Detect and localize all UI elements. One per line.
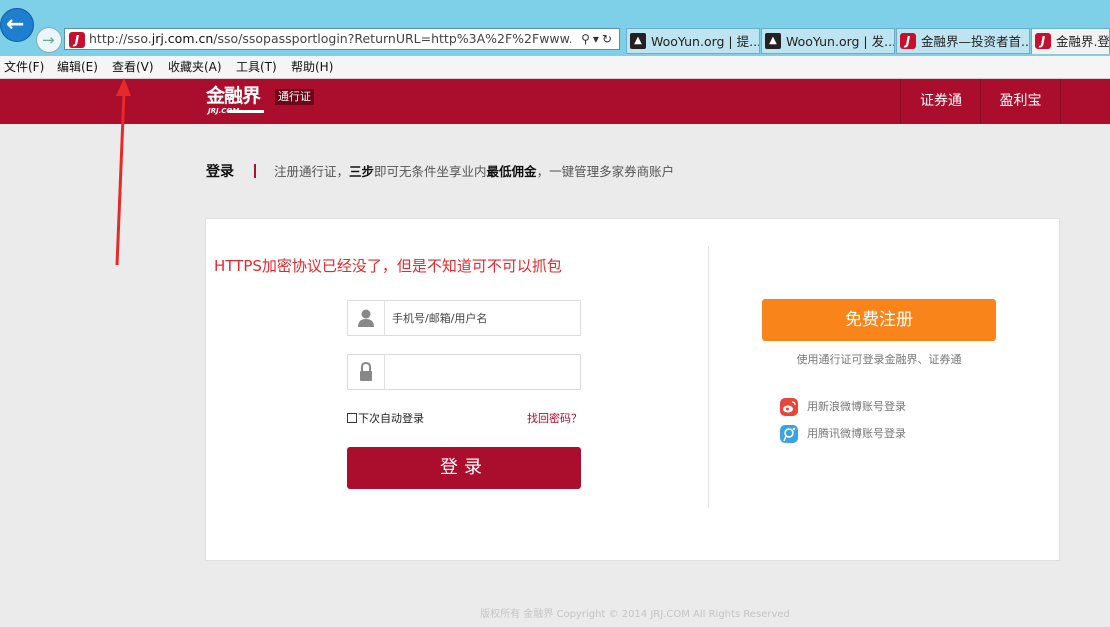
menu-file[interactable]: 文件(F) [4, 59, 44, 75]
url-text[interactable]: http://sso.jrj.com.cn/sso/ssopassportlog… [89, 31, 571, 47]
nav-zhengquantong[interactable]: 证券通 [900, 79, 981, 124]
refresh-icon[interactable]: ↻ [602, 32, 615, 46]
menu-bar: 文件(F) 编辑(E) 查看(V) 收藏夹(A) 工具(T) 帮助(H) [0, 56, 1110, 79]
menu-help[interactable]: 帮助(H) [291, 59, 333, 75]
browser-chrome: ← → J http://sso.jrj.com.cn/sso/ssopassp… [0, 0, 1110, 56]
menu-tools[interactable]: 工具(T) [236, 59, 277, 75]
search-icon[interactable]: ⚲ [581, 32, 593, 46]
back-button[interactable]: ← [0, 8, 34, 42]
username-input[interactable] [392, 307, 572, 329]
jrj-icon: J [1035, 33, 1051, 49]
address-bar[interactable]: J http://sso.jrj.com.cn/sso/ssopassportl… [64, 28, 620, 50]
logo-stripe [228, 110, 264, 113]
tab-jrj-home[interactable]: J 金融界—投资者首... [896, 28, 1030, 54]
lock-icon [348, 355, 385, 389]
register-note: 使用通行证可登录金融界、证券通 [796, 353, 962, 366]
user-icon [348, 301, 385, 335]
card-divider [708, 246, 709, 508]
weibo-icon [780, 398, 798, 416]
remember-me[interactable]: 下次自动登录 [347, 412, 424, 426]
menu-favorites[interactable]: 收藏夹(A) [168, 59, 222, 75]
forward-arrow-icon: → [42, 31, 55, 49]
jrj-favicon-icon: J [69, 32, 85, 48]
heading-divider [254, 164, 256, 178]
wooyun-icon: ▲ [765, 33, 781, 49]
register-button[interactable]: 免费注册 [762, 299, 996, 341]
login-button[interactable]: 登录 [347, 447, 581, 489]
remember-checkbox[interactable] [347, 413, 357, 423]
jrj-icon: J [900, 33, 916, 49]
forward-button[interactable]: → [36, 27, 62, 53]
site-header: 金融界 JRJ.COM 通行证 证券通 盈利宝 [0, 79, 1110, 124]
nav-yinglibao[interactable]: 盈利宝 [980, 79, 1061, 124]
wooyun-icon: ▲ [630, 33, 646, 49]
password-input[interactable] [392, 361, 572, 383]
address-actions[interactable]: ⚲▾↻ [581, 31, 615, 47]
tab-wooyun-2[interactable]: ▲ WooYun.org | 发... [761, 28, 895, 54]
footer-copyright: 版权所有 金融界 Copyright © 2014 JRJ.COM All Ri… [480, 609, 790, 620]
tab-wooyun-1[interactable]: ▲ WooYun.org | 提... [626, 28, 760, 54]
password-field[interactable] [347, 354, 581, 390]
username-field[interactable] [347, 300, 581, 336]
login-card: HTTPS加密协议已经没了，但是不知道可不可以抓包 下次自动登录 找回密码？ 登… [205, 218, 1060, 561]
tencent-weibo-icon [780, 425, 798, 443]
forgot-password-link[interactable]: 找回密码？ [527, 412, 582, 426]
tagline: 注册通行证，三步即可无条件坐享业内最低佣金，一键管理多家券商账户 [274, 164, 675, 179]
tab-jrj-login[interactable]: J 金融界.登录 [1031, 28, 1110, 54]
page-title: 登录 [206, 164, 234, 180]
jrj-logo[interactable]: 金融界 JRJ.COM [206, 85, 266, 119]
menu-edit[interactable]: 编辑(E) [57, 59, 98, 75]
passport-badge: 通行证 [275, 89, 314, 105]
menu-view[interactable]: 查看(V) [112, 59, 154, 75]
annotation-text: HTTPS加密协议已经没了，但是不知道可不可以抓包 [214, 257, 562, 275]
back-arrow-icon: ← [6, 12, 25, 37]
dropdown-icon[interactable]: ▾ [593, 32, 602, 46]
